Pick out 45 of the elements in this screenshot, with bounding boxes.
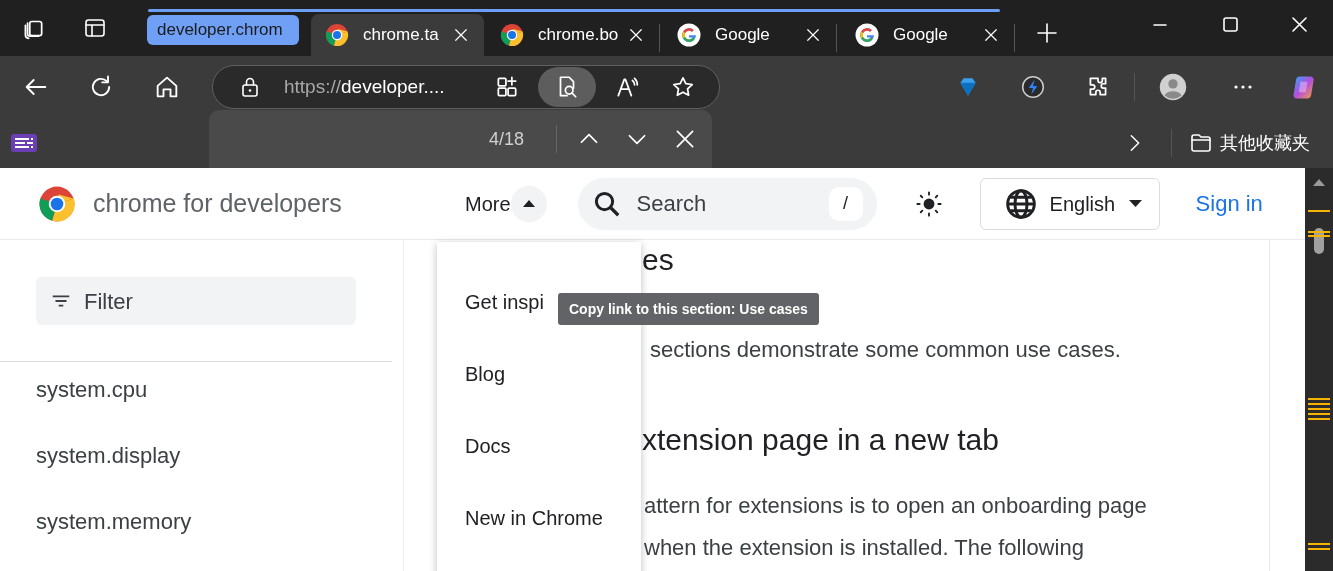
chrome-logo-icon: [500, 23, 524, 47]
sign-in-link[interactable]: Sign in: [1195, 187, 1263, 220]
tab-group-label[interactable]: developer.chrom: [147, 15, 299, 45]
menu-item[interactable]: Blog: [465, 361, 506, 386]
google-logo-icon: [677, 23, 701, 47]
chrome-logo-icon[interactable]: [38, 184, 76, 223]
tooltip: Copy link to this section: Use cases: [558, 293, 819, 325]
language-button[interactable]: English: [979, 177, 1160, 230]
close-icon[interactable]: [627, 26, 645, 44]
paragraph-text: attern for extensions is to open an onboarding page: [644, 492, 1148, 520]
folder-icon: [1188, 131, 1214, 155]
url-text: https://developer....: [284, 74, 446, 99]
sidebar-item[interactable]: system.memory: [0, 489, 403, 555]
find-on-page-icon[interactable]: [538, 67, 596, 107]
sidebar-item[interactable]: system.display: [0, 423, 403, 489]
search-field[interactable]: Search /: [577, 177, 877, 230]
filter-field[interactable]: Filter: [36, 277, 356, 325]
browser-tab[interactable]: Google: [841, 14, 1014, 56]
browser-tab[interactable]: chrome.bo: [486, 14, 659, 56]
site-name[interactable]: chrome for developers: [93, 184, 428, 223]
caret-icon: [510, 185, 547, 222]
chrome-logo-icon: [325, 23, 349, 47]
menu-item[interactable]: Docs: [465, 433, 511, 458]
caret-icon: [1129, 200, 1143, 207]
sidebar-item[interactable]: system.cpu: [0, 357, 403, 423]
paragraph-text: sections demonstrate some common use cases.: [650, 336, 1122, 364]
google-logo-icon: [855, 23, 879, 47]
browser-tab[interactable]: Google: [663, 14, 836, 56]
close-icon[interactable]: [452, 26, 470, 44]
address-bar[interactable]: https://developer....: [212, 65, 720, 109]
scrollbar[interactable]: [1305, 168, 1333, 571]
close-icon[interactable]: [982, 26, 1000, 44]
menu-item[interactable]: Get inspi: [465, 289, 544, 314]
section-heading: xtension page in a new tab: [642, 422, 1000, 458]
more-menu-button[interactable]: More: [465, 185, 547, 222]
shortcut-key: /: [828, 186, 863, 221]
menu-item[interactable]: New in Chrome: [465, 505, 603, 530]
list-icon[interactable]: [10, 132, 38, 154]
paragraph-text: when the extension is installed. The following: [644, 534, 1085, 562]
section-heading: es: [642, 242, 675, 278]
bookmark-folder[interactable]: 其他收藏夹: [1182, 128, 1316, 158]
globe-icon: [1004, 187, 1037, 220]
match-count: 4/18: [489, 127, 525, 151]
close-icon[interactable]: [804, 26, 822, 44]
browser-tab[interactable]: chrome.ta: [311, 14, 484, 56]
